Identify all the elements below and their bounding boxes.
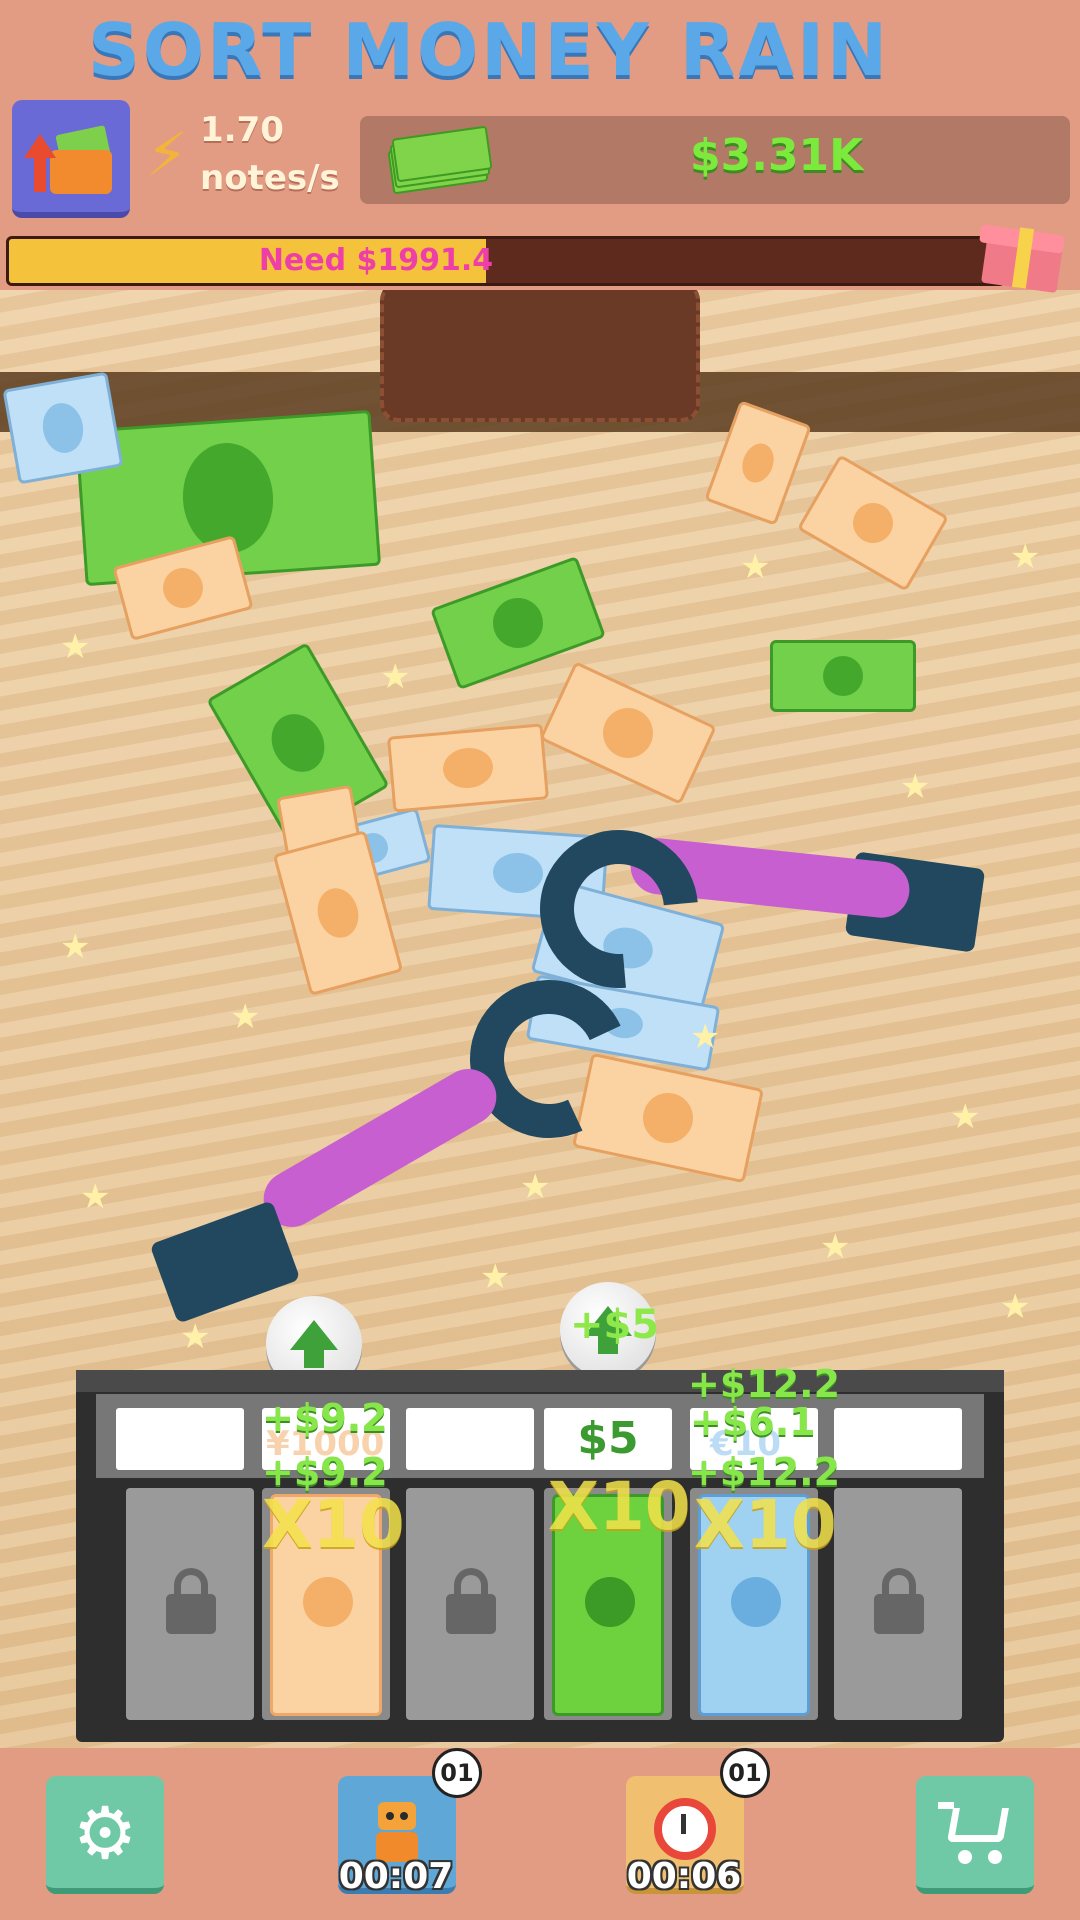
bubble-bonus-text: +$5 (570, 1302, 660, 1348)
lock-icon (874, 1568, 924, 1634)
lightning-bolt-icon: ⚡ (146, 120, 189, 190)
slot-label-3 (406, 1408, 534, 1470)
sparkle: ★ (60, 927, 91, 967)
register-slot-1[interactable] (126, 1488, 254, 1720)
robot-booster-timer: 00:07 (338, 1856, 454, 1897)
sparkle: ★ (180, 1317, 211, 1357)
shopping-cart-icon (938, 1800, 1012, 1864)
floating-gain: +$12.2 (688, 1450, 841, 1494)
sparkle: ★ (230, 997, 261, 1037)
floating-gain: +$6.1 (690, 1400, 816, 1444)
floating-gain: +$9.2 (262, 1450, 388, 1494)
floating-gain: +$9.2 (262, 1396, 388, 1440)
yen-bill (386, 723, 550, 813)
magnet-base-left[interactable] (149, 1200, 301, 1324)
lock-icon (166, 1568, 216, 1634)
sparkle: ★ (520, 1167, 551, 1207)
money-value: $3.31K (690, 130, 864, 181)
stopwatch-x10-icon (654, 1798, 716, 1860)
sparkle: ★ (740, 547, 771, 587)
slot-label-4: $5 (544, 1408, 672, 1470)
slot-label-1 (116, 1408, 244, 1470)
rate-value: 1.70 (200, 110, 284, 150)
register-slot-3[interactable] (406, 1488, 534, 1720)
gear-icon: ⚙ (72, 1791, 138, 1875)
euro-bill (2, 371, 124, 485)
sparkle: ★ (80, 1177, 111, 1217)
robot-booster-count: 01 (432, 1748, 482, 1798)
sparkle: ★ (1010, 537, 1041, 577)
speed-booster-timer: 00:06 (626, 1856, 742, 1897)
sparkle: ★ (1000, 1287, 1031, 1327)
yen-bill (796, 454, 950, 592)
speed-booster-count: 01 (720, 1748, 770, 1798)
wallet-collector (380, 282, 700, 422)
sparkle: ★ (950, 1097, 981, 1137)
settings-button[interactable]: ⚙ (46, 1776, 164, 1894)
sparkle: ★ (900, 767, 931, 807)
yen-bill (539, 661, 717, 805)
dollar-bill (770, 640, 916, 712)
gift-icon[interactable] (979, 210, 1065, 294)
shop-button[interactable] (916, 1776, 1034, 1894)
slot-label-6 (834, 1408, 962, 1470)
sparkle: ★ (480, 1257, 511, 1297)
register-slot-6[interactable] (834, 1488, 962, 1720)
sparkle: ★ (60, 627, 91, 667)
lock-icon (446, 1568, 496, 1634)
magnet-arm-left (253, 1058, 507, 1238)
sparkle: ★ (690, 1017, 721, 1057)
wallet-upgrade-button[interactable] (12, 100, 130, 218)
progress-label: Need $1991.4 (258, 243, 494, 278)
rate-unit: notes/s (200, 158, 340, 198)
multiplier-label: X10 (262, 1486, 405, 1563)
multiplier-label: X10 (694, 1486, 837, 1563)
progress-bar: Need $1991.4 (6, 236, 1006, 286)
cash-stack-icon (387, 125, 493, 195)
multiplier-label: X10 (548, 1468, 691, 1545)
sparkle: ★ (380, 657, 411, 697)
money-panel: $3.31K (360, 116, 1070, 204)
sparkle: ★ (820, 1227, 851, 1267)
game-title: SORT MONEY RAIN (88, 8, 891, 92)
